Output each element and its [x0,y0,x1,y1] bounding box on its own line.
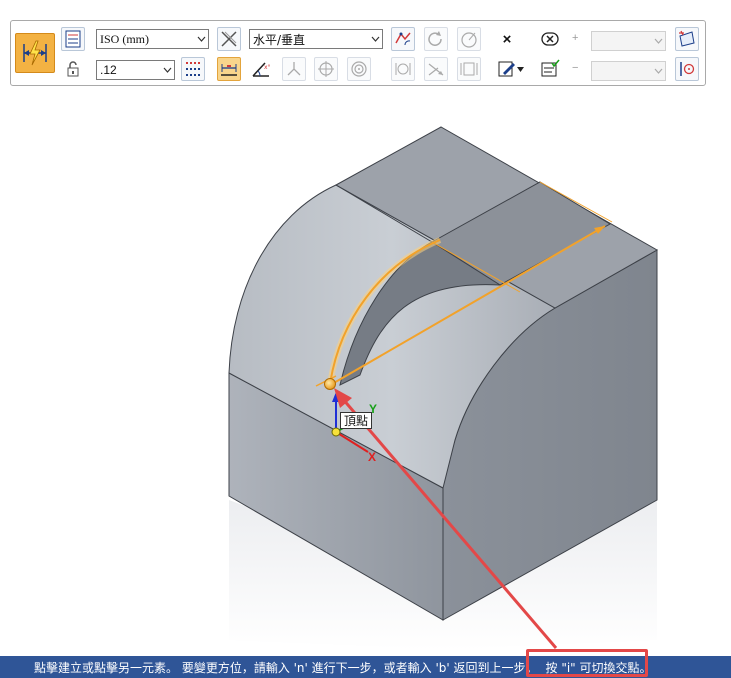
chevron-down-icon [194,30,208,48]
radius-button[interactable] [457,27,481,51]
vertex-tooltip: 頂點 [340,412,373,429]
dimension-grid-button[interactable] [181,57,205,81]
radius-icon [461,32,477,48]
dimension-grid-icon [186,62,200,76]
plane-icon [679,30,695,47]
lock-button[interactable] [61,57,85,81]
lock-icon [67,61,79,77]
plane-button[interactable] [675,27,699,51]
angle-dimension-button[interactable]: x° [249,57,273,81]
angle-rotate-icon [428,31,442,46]
chevron-down-icon [651,62,665,80]
concentric-icon [351,61,367,77]
angle-between-icon [287,62,301,76]
lower-tolerance-select[interactable] [591,61,666,81]
plus-sign: + [572,32,579,44]
chamfer-dimension-icon [460,62,478,76]
upper-tolerance-select[interactable] [591,31,666,51]
dimension-style-button[interactable] [61,27,85,51]
orientation-select[interactable]: 水平/垂直 [249,29,383,49]
chevron-down-icon [160,61,174,79]
hole-reference-button[interactable] [675,57,699,81]
axis-label-y: Y [369,402,378,416]
linear-dimension-icon [221,64,237,76]
selected-vertex[interactable] [324,378,336,390]
tolerance-button[interactable] [538,27,562,51]
dimension-command-bar: ISO (mm) .12 水平/垂直 × + x° − [10,20,706,86]
distance-between-icon [221,31,237,47]
tolerance-icon [541,32,559,46]
model-viewport[interactable] [0,0,731,656]
dimension-template-icon [541,59,560,77]
clear-button[interactable]: × [495,27,519,51]
coordinate-dimension-icon [395,63,411,75]
precision-value: .12 [100,63,117,77]
angle-dimension-icon: x° [252,62,271,77]
orientation-value: 水平/垂直 [253,32,306,47]
edit-formula-icon [498,61,515,77]
chevron-down-icon [368,30,382,48]
symmetric-diameter-button[interactable] [314,57,338,81]
linear-dimension-button[interactable] [217,57,241,81]
dimension-template-button[interactable] [538,57,562,81]
chevron-down-icon [516,66,524,72]
status-message: 點擊建立或點擊另一元素。 要變更方位，請輸入 'n' 進行下一步，或者輸入 'b… [34,660,538,675]
symmetric-diameter-icon [318,61,334,77]
angle-rotate-button[interactable] [424,27,448,51]
arc-dimension-button[interactable] [391,27,415,51]
coordinate-dimension-button[interactable] [391,57,415,81]
edit-formula-button[interactable] [493,57,527,81]
concentric-button[interactable] [347,57,371,81]
clear-icon: × [502,30,512,48]
precision-select[interactable]: .12 [96,60,175,80]
hint-callout-box [526,649,648,677]
dimension-standard-value: ISO (mm) [100,31,149,46]
angle-between-button[interactable] [282,57,306,81]
arc-dimension-icon [395,32,411,46]
hole-reference-icon [680,62,695,76]
chamfer-dimension-button[interactable] [457,57,481,81]
dimension-standard-select[interactable]: ISO (mm) [96,29,209,49]
smart-dimension-button[interactable] [15,33,55,73]
svg-text:x°: x° [264,64,271,71]
triad-origin [331,427,341,437]
minus-sign: − [572,62,579,74]
distance-between-button[interactable] [217,27,241,51]
chevron-down-icon [651,32,665,50]
dimension-style-icon [65,30,81,48]
angular-coordinate-icon [428,63,444,76]
axis-label-x: X [368,450,377,464]
smart-dimension-icon [23,40,47,66]
angular-coordinate-button[interactable] [424,57,448,81]
